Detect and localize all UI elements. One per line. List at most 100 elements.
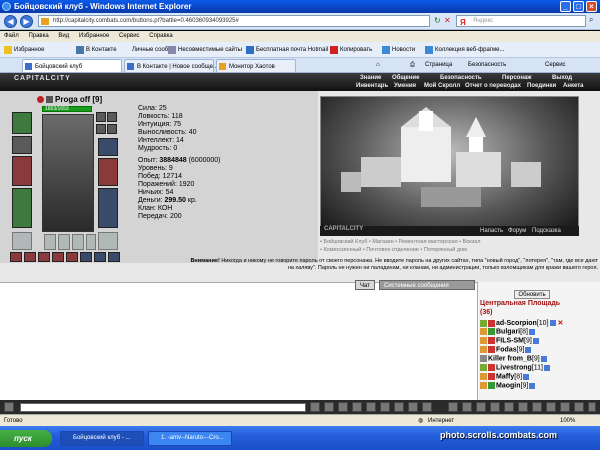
location-links-row[interactable]: • Бойцовский Клуб • Магазин • Ремонтная …: [320, 238, 579, 246]
refresh-icon[interactable]: ↻: [434, 16, 441, 25]
nav-exit[interactable]: Выход: [552, 75, 572, 81]
info-icon[interactable]: [525, 346, 532, 353]
effect-icon[interactable]: [108, 252, 120, 262]
fav-webslices[interactable]: Коллекция веб-фрагме...: [425, 42, 504, 57]
menu-tools[interactable]: Сервис: [119, 33, 140, 39]
minimize-button[interactable]: _: [560, 1, 571, 12]
magic-icon[interactable]: [532, 402, 542, 412]
gloves-slot[interactable]: [98, 138, 118, 156]
tab-system-messages[interactable]: Системные сообщения: [379, 280, 475, 290]
magic-icon[interactable]: [574, 402, 584, 412]
fav-messages[interactable]: Личные сооб...: [122, 42, 173, 57]
menu-favorites[interactable]: Избранное: [79, 33, 109, 39]
potion-slot[interactable]: [44, 234, 56, 250]
ring-slot[interactable]: [107, 112, 117, 122]
address-bar[interactable]: http://capitalcity.combats.com/buttons.p…: [38, 15, 430, 27]
exit-icon[interactable]: [588, 402, 596, 412]
effect-icon[interactable]: [66, 252, 78, 262]
player-list-item[interactable]: Bulgari[8]: [480, 328, 535, 335]
back-button[interactable]: ◀: [4, 15, 17, 28]
potion-slot[interactable]: [58, 234, 70, 250]
ring-slot[interactable]: [96, 112, 106, 122]
effect-icon[interactable]: [94, 252, 106, 262]
player-list-item[interactable]: FILS-SM[9]: [480, 337, 539, 344]
nav-knowledge[interactable]: Знание: [360, 75, 381, 81]
nav-my-scroll[interactable]: Мой Скролл: [424, 83, 460, 89]
location-links-row[interactable]: • Комиссионный • Почтовое отделение • По…: [320, 246, 579, 254]
home-icon[interactable]: ⌂: [376, 58, 380, 72]
filter-icon[interactable]: [352, 402, 362, 412]
command-tools[interactable]: Сервис: [545, 58, 566, 72]
friends-icon[interactable]: [408, 402, 418, 412]
info-icon[interactable]: [529, 382, 536, 389]
search-icon[interactable]: ⌕: [589, 15, 593, 25]
menu-file[interactable]: Файл: [4, 33, 19, 39]
command-security[interactable]: Безопасность: [468, 58, 506, 72]
magic-icon[interactable]: [476, 402, 486, 412]
tab-vkontakte[interactable]: В Контакте | Новое сообще...: [124, 59, 218, 72]
player-list-item[interactable]: Maffy[8]: [480, 373, 530, 380]
info-icon[interactable]: [540, 355, 547, 362]
forum-link[interactable]: Форум: [508, 226, 526, 236]
fav-vkontakte[interactable]: В Контакте: [76, 42, 117, 57]
stop-icon[interactable]: ✕: [444, 16, 451, 25]
nav-inventory[interactable]: Инвентарь: [356, 83, 388, 89]
translit-icon[interactable]: [380, 402, 390, 412]
ring-slot[interactable]: [107, 124, 117, 134]
shield-slot[interactable]: [98, 158, 118, 186]
info-icon[interactable]: [549, 320, 556, 327]
close-icon[interactable]: ✕: [557, 320, 563, 327]
player-list-item[interactable]: Maogin[9]: [480, 382, 536, 389]
magic-icon[interactable]: [490, 402, 500, 412]
start-button[interactable]: пуск: [0, 430, 52, 447]
magic-icon[interactable]: [546, 402, 556, 412]
hint-link[interactable]: Подсказка: [532, 226, 561, 236]
nav-battles[interactable]: Поединки: [527, 83, 556, 89]
chat-log[interactable]: [0, 282, 477, 400]
magic-icon[interactable]: [462, 402, 472, 412]
settings-icon[interactable]: [366, 402, 376, 412]
print-icon[interactable]: ⎙: [410, 58, 415, 72]
menu-help[interactable]: Справка: [149, 33, 173, 39]
mail-icon[interactable]: [394, 402, 404, 412]
nav-character[interactable]: Персонаж: [502, 75, 532, 81]
nav-skills[interactable]: Умения: [394, 83, 416, 89]
scroll-icon[interactable]: [422, 402, 432, 412]
effect-icon[interactable]: [24, 252, 36, 262]
chat-mode-icon[interactable]: [4, 402, 14, 412]
nav-transfers[interactable]: Отчет о переводах: [465, 83, 521, 89]
pants-slot[interactable]: [98, 232, 118, 250]
info-icon[interactable]: [543, 364, 550, 371]
potion-slot[interactable]: [86, 234, 96, 250]
clear-icon[interactable]: [324, 402, 334, 412]
send-icon[interactable]: [310, 402, 320, 412]
belt-slot[interactable]: [12, 232, 32, 250]
fav-incompatible[interactable]: Несовместимые сайты: [168, 42, 242, 57]
info-icon[interactable]: [523, 373, 530, 380]
nav-security[interactable]: Безопасность: [440, 75, 482, 81]
refresh-button[interactable]: Обновить: [514, 290, 550, 299]
potion-slot[interactable]: [72, 234, 84, 250]
favorites-button[interactable]: Избранное: [4, 42, 44, 57]
magic-icon[interactable]: [518, 402, 528, 412]
player-list-item[interactable]: Livestrong[11]: [480, 364, 550, 371]
menu-view[interactable]: Вид: [58, 33, 69, 39]
city-scene[interactable]: [320, 96, 579, 236]
fav-hotmail[interactable]: Бесплатная почта Hotmail: [246, 42, 328, 57]
amulet-slot[interactable]: [12, 136, 32, 154]
tab-combats[interactable]: Бойцовский клуб: [22, 59, 122, 72]
weapon-slot[interactable]: [12, 156, 32, 186]
nav-profile[interactable]: Анкета: [563, 83, 584, 89]
command-page[interactable]: Страница: [425, 58, 452, 72]
tab-chaos-monitor[interactable]: Монитор Хаотов: [216, 59, 296, 72]
search-input[interactable]: Я Яндекс: [456, 15, 586, 27]
helmet-slot[interactable]: [12, 112, 32, 134]
menu-edit[interactable]: Правка: [28, 33, 48, 39]
boots-slot[interactable]: [98, 188, 118, 228]
effect-icon[interactable]: [52, 252, 64, 262]
magic-icon[interactable]: [560, 402, 570, 412]
player-list-item[interactable]: ad-Scorpion[10] ✕: [480, 319, 563, 327]
fav-copy[interactable]: Копировать: [330, 42, 372, 57]
magic-icon[interactable]: [504, 402, 514, 412]
maximize-button[interactable]: □: [573, 1, 584, 12]
